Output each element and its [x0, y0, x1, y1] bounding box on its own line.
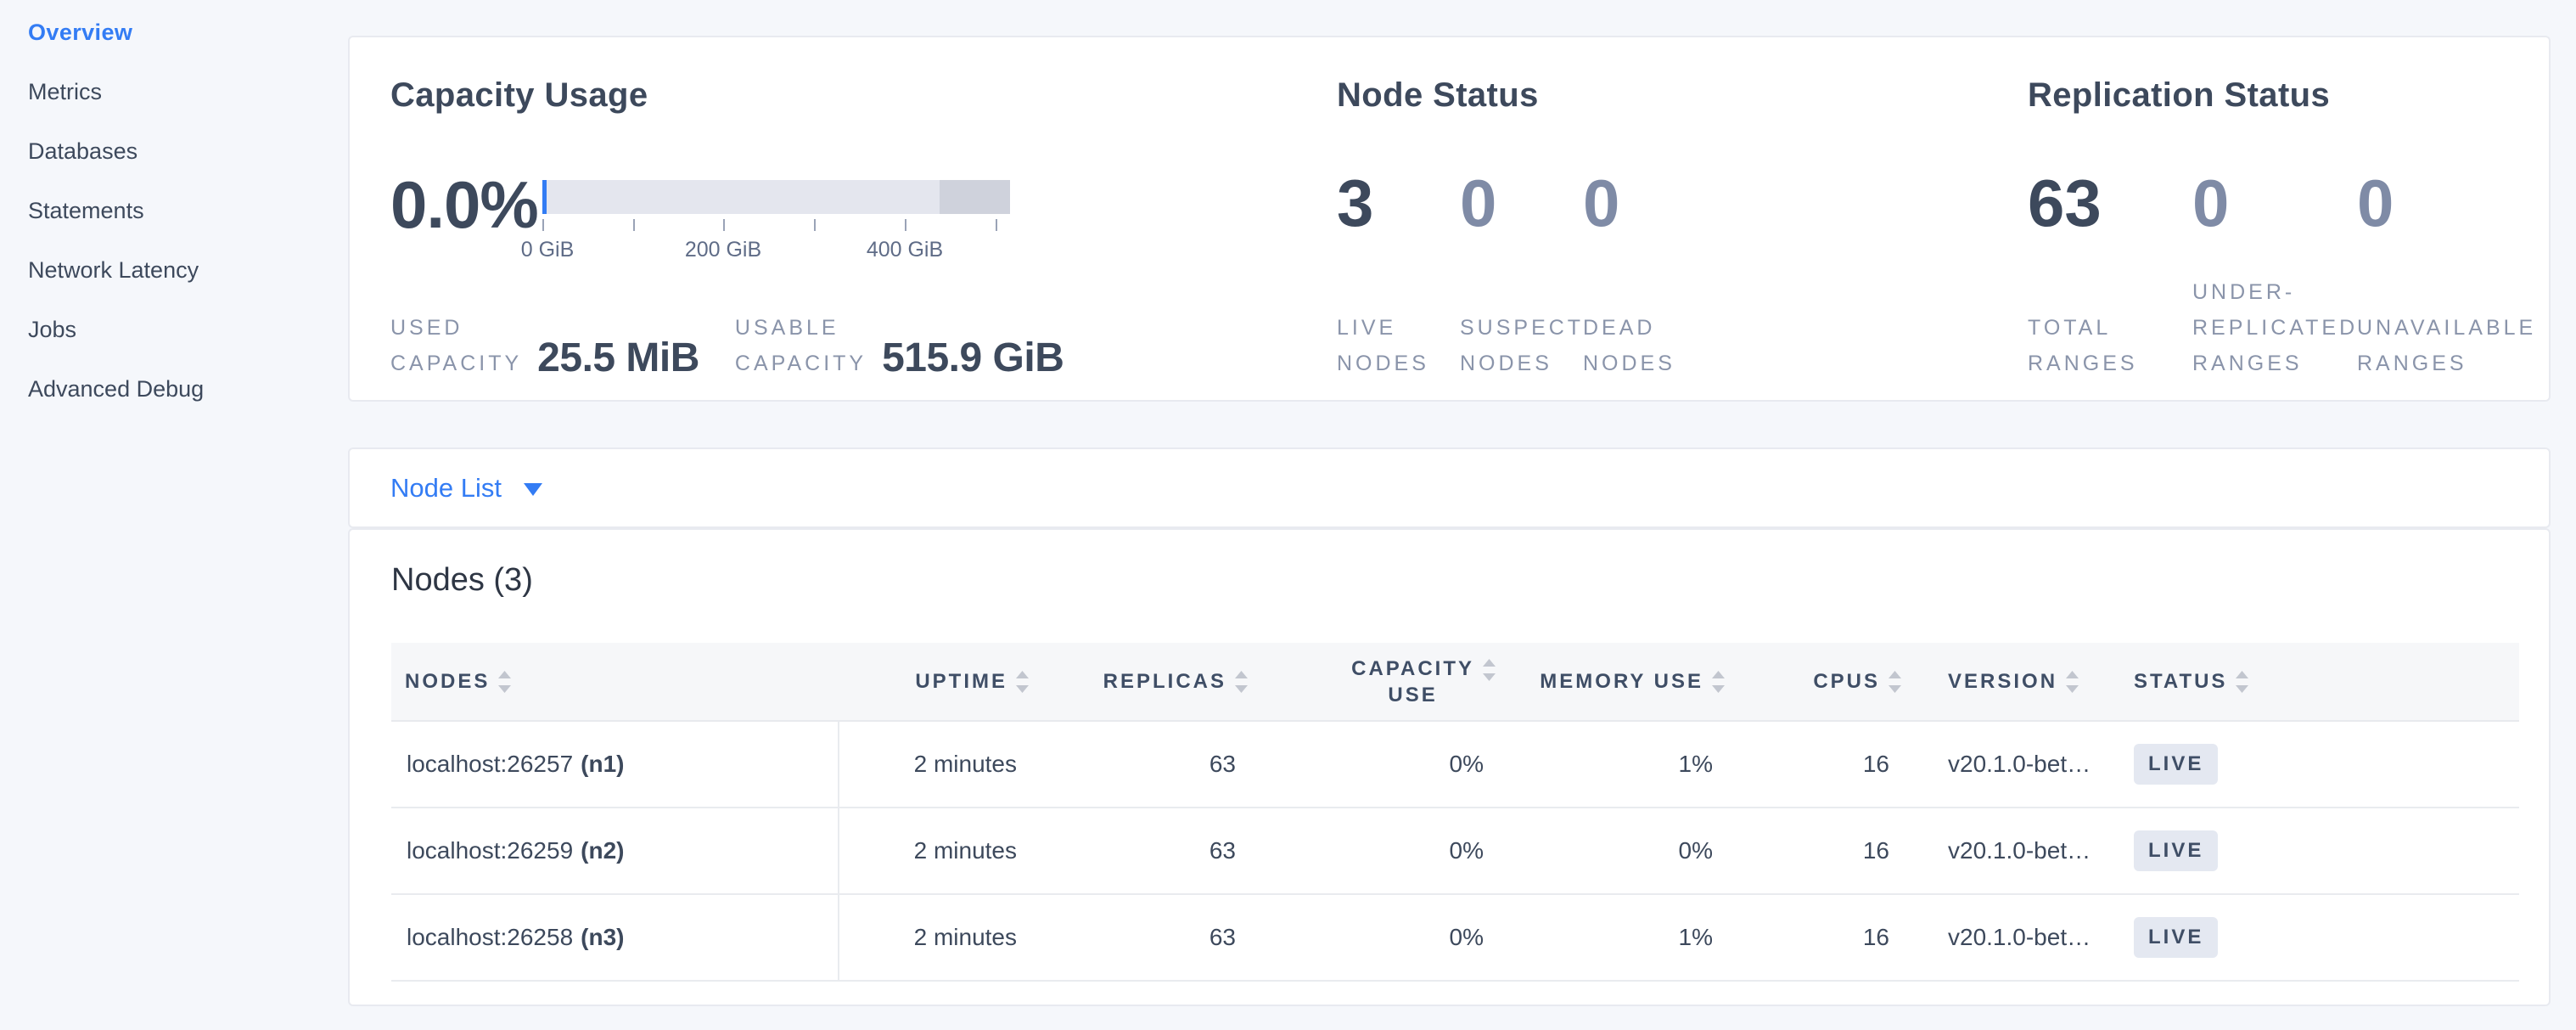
capacity-usage-section: Capacity Usage 0.0% 0 GiB 200 GiB 400 Gi…: [390, 37, 1337, 400]
total-ranges-label: TOTALRANGES: [2028, 310, 2192, 381]
nodes-table-header: NODES UPTIME REPLICAS CAPACITYUSE MEMORY…: [391, 643, 2519, 722]
table-row: localhost:26259(n2) 2 minutes 63 0% 0% 1…: [391, 808, 2519, 895]
sidebar-item-databases[interactable]: Databases: [28, 136, 137, 166]
cpus-cell: 16: [1733, 722, 1910, 807]
live-nodes-label: LIVENODES: [1337, 310, 1460, 381]
axis-label-200: 200 GiB: [685, 238, 761, 262]
node-address-cell: localhost:26257(n1): [391, 722, 839, 807]
column-header-status[interactable]: STATUS: [2122, 643, 2519, 720]
version-cell: v20.1.0-bet…: [1910, 808, 2122, 893]
uptime-cell: 2 minutes: [839, 808, 1037, 893]
capacity-use-cell: 0%: [1256, 895, 1504, 980]
node-status-section: Node Status 3 0 0 LIVENODES SUSPECTNODES…: [1337, 37, 2016, 400]
sort-icon[interactable]: [2066, 671, 2079, 693]
unavailable-ranges-count: 0: [2357, 165, 2522, 242]
uptime-cell: 2 minutes: [839, 895, 1037, 980]
sort-icon[interactable]: [498, 671, 511, 693]
status-badge: LIVE: [2134, 917, 2218, 958]
replicas-cell: 63: [1037, 722, 1256, 807]
column-header-uptime[interactable]: UPTIME: [839, 643, 1037, 720]
capacity-bar-used-segment: [542, 180, 547, 214]
node-address-cell: localhost:26258(n3): [391, 895, 839, 980]
column-header-version[interactable]: VERSION: [1910, 643, 2122, 720]
dead-nodes-label: DEADNODES: [1583, 310, 1706, 381]
replicas-cell: 63: [1037, 808, 1256, 893]
sort-icon[interactable]: [2236, 671, 2248, 693]
nodes-table-card: Nodes (3) NODES UPTIME REPLICAS CAPACITY…: [348, 528, 2551, 1006]
cpus-cell: 16: [1733, 808, 1910, 893]
nodes-table: NODES UPTIME REPLICAS CAPACITYUSE MEMORY…: [391, 643, 2519, 982]
version-cell: v20.1.0-bet…: [1910, 722, 2122, 807]
total-ranges-count: 63: [2028, 165, 2192, 242]
under-replicated-ranges-count: 0: [2192, 165, 2357, 242]
sort-icon[interactable]: [1235, 671, 1248, 693]
status-badge: LIVE: [2134, 830, 2218, 871]
node-address-cell: localhost:26259(n2): [391, 808, 839, 893]
table-row: localhost:26258(n3) 2 minutes 63 0% 1% 1…: [391, 895, 2519, 982]
memory-use-cell: 1%: [1504, 722, 1733, 807]
used-capacity-label: USED CAPACITY: [390, 310, 522, 381]
column-header-capacity-use[interactable]: CAPACITYUSE: [1256, 643, 1504, 720]
node-list-dropdown[interactable]: Node List: [350, 449, 2549, 526]
uptime-cell: 2 minutes: [839, 722, 1037, 807]
node-list-dropdown-card: Node List: [348, 447, 2551, 528]
axis-label-400: 400 GiB: [867, 238, 943, 262]
under-replicated-ranges-label: UNDER-REPLICATEDRANGES: [2192, 274, 2357, 381]
capacity-axis-ticks: [542, 219, 1010, 233]
capacity-use-cell: 0%: [1256, 722, 1504, 807]
capacity-axis-labels: 0 GiB 200 GiB 400 GiB: [542, 238, 1010, 263]
nodes-table-title: Nodes (3): [391, 562, 533, 599]
suspect-nodes-label: SUSPECTNODES: [1460, 310, 1583, 381]
sidebar-item-jobs[interactable]: Jobs: [28, 314, 76, 345]
sidebar-item-network-latency[interactable]: Network Latency: [28, 255, 199, 285]
sort-icon[interactable]: [1889, 671, 1901, 693]
capacity-bar: [542, 180, 1010, 214]
version-cell: v20.1.0-bet…: [1910, 895, 2122, 980]
sidebar-item-statements[interactable]: Statements: [28, 195, 144, 226]
column-header-nodes[interactable]: NODES: [391, 643, 839, 720]
dead-nodes-count: 0: [1583, 165, 1706, 242]
capacity-bar-reserved-segment: [940, 180, 1010, 214]
chevron-down-icon[interactable]: [524, 483, 542, 496]
node-list-label[interactable]: Node List: [390, 473, 502, 504]
column-header-replicas[interactable]: REPLICAS: [1037, 643, 1256, 720]
column-header-memory-use[interactable]: MEMORY USE: [1504, 643, 1733, 720]
sort-icon[interactable]: [1483, 659, 1496, 681]
replicas-cell: 63: [1037, 895, 1256, 980]
unavailable-ranges-label: UNAVAILABLERANGES: [2357, 310, 2536, 381]
capacity-stats: USED CAPACITY 25.5 MiB USABLE CAPACITY 5…: [390, 310, 1064, 381]
replication-status-section: Replication Status 63 0 0 TOTALRANGES UN…: [2028, 37, 2545, 400]
suspect-nodes-count: 0: [1460, 165, 1583, 242]
node-status-title: Node Status: [1337, 76, 1539, 115]
sidebar-item-metrics[interactable]: Metrics: [28, 76, 102, 107]
usable-capacity-label: USABLE CAPACITY: [735, 310, 867, 381]
sort-icon[interactable]: [1712, 671, 1725, 693]
sidebar-item-overview[interactable]: Overview: [28, 17, 132, 48]
used-capacity-value: 25.5 MiB: [537, 335, 699, 381]
memory-use-cell: 1%: [1504, 895, 1733, 980]
sort-icon[interactable]: [1016, 671, 1029, 693]
replication-status-title: Replication Status: [2028, 76, 2330, 115]
status-badge: LIVE: [2134, 744, 2218, 785]
cluster-summary-card: Capacity Usage 0.0% 0 GiB 200 GiB 400 Gi…: [348, 36, 2551, 402]
status-cell: LIVE: [2122, 808, 2519, 893]
memory-use-cell: 0%: [1504, 808, 1733, 893]
capacity-used-percent: 0.0%: [390, 166, 538, 244]
column-header-cpus[interactable]: CPUS: [1733, 643, 1910, 720]
usable-capacity-value: 515.9 GiB: [882, 335, 1064, 381]
cpus-cell: 16: [1733, 895, 1910, 980]
axis-label-0: 0 GiB: [521, 238, 575, 262]
capacity-bar-chart: 0 GiB 200 GiB 400 GiB: [542, 180, 1010, 263]
status-cell: LIVE: [2122, 722, 2519, 807]
table-row: localhost:26257(n1) 2 minutes 63 0% 1% 1…: [391, 722, 2519, 808]
sidebar: Overview Metrics Databases Statements Ne…: [0, 0, 345, 1030]
capacity-usage-title: Capacity Usage: [390, 76, 648, 115]
live-nodes-count: 3: [1337, 165, 1460, 242]
status-cell: LIVE: [2122, 895, 2519, 980]
capacity-use-cell: 0%: [1256, 808, 1504, 893]
sidebar-item-advanced-debug[interactable]: Advanced Debug: [28, 374, 204, 404]
